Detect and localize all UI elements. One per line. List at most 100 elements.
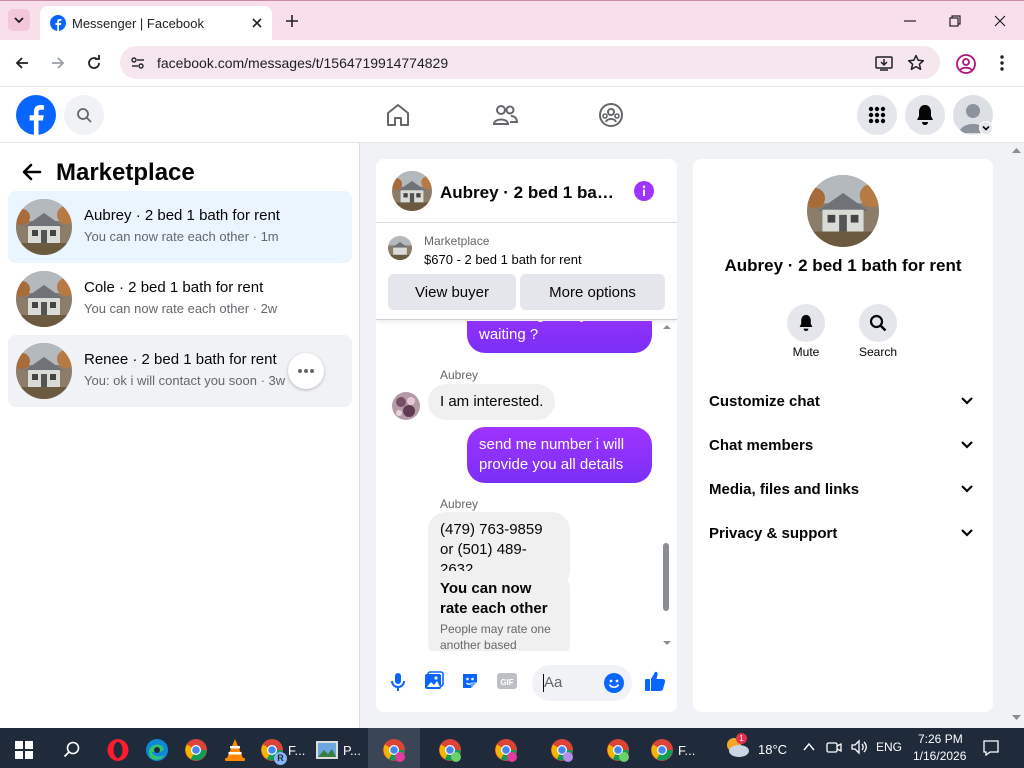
menu-button[interactable] [857, 95, 897, 135]
scrollbar-thumb[interactable] [663, 543, 669, 611]
clock-time[interactable]: 7:26 PM [918, 732, 963, 746]
conversation-item[interactable]: Aubrey · 2 bed 1 bath for rent You can n… [8, 191, 352, 263]
conversation-item[interactable]: Renee · 2 bed 1 bath for rent You: ok i … [8, 335, 352, 407]
message-text: (479) 763-9859 or (501) 489-2632 [440, 521, 543, 578]
page-scrollbar[interactable] [1009, 143, 1024, 728]
media-files-links-section[interactable]: Media, files and links [709, 467, 979, 511]
opera-browser-icon[interactable] [98, 732, 138, 768]
sticker-icon[interactable] [460, 671, 480, 691]
rating-notice-title: You can now rate each other [440, 580, 548, 617]
chrome-window-3[interactable] [486, 732, 526, 768]
grid-menu-icon [868, 106, 886, 124]
like-thumbs-up-icon[interactable] [643, 669, 667, 693]
close-window-icon[interactable] [990, 11, 1010, 31]
weather-widget[interactable]: 1 18°C [722, 732, 792, 766]
show-hidden-icons-icon[interactable] [802, 740, 816, 754]
back-icon[interactable] [12, 53, 32, 73]
start-windows-icon[interactable] [4, 732, 44, 768]
gif-icon[interactable]: GIF [496, 671, 518, 691]
address-bar[interactable]: facebook.com/messages/t/1564719914774829 [120, 46, 940, 79]
vlc-icon[interactable] [215, 732, 255, 768]
listing-title[interactable]: $670 - 2 bed 1 bath for rent [424, 252, 582, 267]
emoji-icon[interactable] [604, 673, 624, 693]
message-text: I am interested. [440, 393, 544, 410]
scrollbar-track[interactable] [662, 321, 672, 651]
site-settings-icon[interactable] [129, 54, 147, 72]
chevron-down-icon [961, 441, 973, 449]
scroll-down-icon[interactable] [663, 639, 671, 647]
chrome-window-4[interactable] [542, 732, 582, 768]
notifications-button[interactable] [905, 95, 945, 135]
edge-browser-icon[interactable] [137, 732, 177, 768]
profile-icon[interactable] [955, 53, 977, 75]
forward-icon[interactable] [48, 53, 68, 73]
customize-chat-section[interactable]: Customize chat [709, 379, 979, 423]
conversation-snippet: You can now rate each other · 1m [84, 229, 279, 244]
sender-avatar[interactable] [392, 392, 420, 420]
section-label: Privacy & support [709, 525, 838, 542]
tab-close-icon[interactable] [248, 14, 266, 32]
conversation-snippet: You: ok i will contact you soon · 3w [84, 373, 286, 388]
chrome-profile-window[interactable]: R F... [256, 732, 310, 768]
page-scroll-up-icon[interactable] [1012, 147, 1021, 154]
minimize-icon[interactable] [900, 11, 920, 31]
volume-icon[interactable] [850, 739, 868, 755]
more-options-button[interactable]: More options [520, 274, 665, 310]
chrome-window-2[interactable] [430, 732, 470, 768]
chrome-window-5[interactable] [598, 732, 638, 768]
taskbar-search-icon[interactable] [52, 732, 92, 768]
tab-search-button[interactable] [8, 9, 30, 31]
svg-text:GIF: GIF [500, 678, 513, 687]
groups-icon[interactable] [597, 101, 625, 129]
account-chevron-icon[interactable] [979, 121, 993, 135]
language-indicator[interactable]: ENG [876, 740, 902, 754]
section-label: Media, files and links [709, 481, 860, 498]
restore-icon[interactable] [945, 11, 965, 31]
message-input[interactable]: Aa [532, 665, 632, 701]
listing-thumbnail[interactable] [388, 236, 412, 260]
browser-tab-messenger[interactable]: Messenger | Facebook [40, 6, 272, 41]
message-composer: GIF Aa [376, 656, 677, 712]
new-tab-icon[interactable] [282, 11, 302, 31]
windows-taskbar: R F... P... F... 1 18°C ENG 7:26 PM 1/16… [0, 728, 1024, 768]
search-button[interactable] [64, 95, 104, 135]
chat-members-section[interactable]: Chat members [709, 423, 979, 467]
chat-header: Aubrey · 2 bed 1 bat... [376, 159, 677, 223]
photo-icon[interactable] [424, 671, 444, 691]
facebook-logo-icon[interactable] [16, 95, 56, 135]
message-thread[interactable]: this listing kindly I am waiting ? Aubre… [376, 321, 677, 651]
facebook-favicon-icon [50, 15, 66, 31]
rating-notice-body: People may rate one another based [440, 622, 551, 651]
chrome-window-6[interactable]: F... [646, 732, 700, 768]
scroll-up-icon[interactable] [663, 323, 671, 331]
chat-avatar[interactable] [392, 171, 432, 211]
chrome-icon[interactable] [176, 732, 216, 768]
privacy-support-section[interactable]: Privacy & support [709, 511, 979, 555]
page-scroll-down-icon[interactable] [1012, 714, 1021, 721]
search-icon [77, 108, 92, 123]
chat-title[interactable]: Aubrey · 2 bed 1 bat... [440, 183, 615, 203]
taskbar-app-label: P... [343, 742, 361, 758]
notification-center-icon[interactable] [982, 739, 1000, 757]
conversation-item[interactable]: Cole · 2 bed 1 bath for rent You can now… [8, 263, 352, 335]
conversation-avatar-large[interactable] [807, 175, 879, 247]
home-icon[interactable] [384, 101, 412, 129]
view-buyer-button[interactable]: View buyer [388, 274, 516, 310]
photos-window[interactable]: P... [314, 732, 364, 768]
back-arrow-icon[interactable] [20, 160, 44, 184]
photos-icon [316, 741, 338, 759]
camera-icon[interactable] [826, 739, 842, 755]
outgoing-message: send me number i will provide you all de… [467, 427, 652, 483]
mute-button[interactable] [787, 304, 825, 342]
bookmark-star-icon[interactable] [906, 53, 926, 73]
friends-icon[interactable] [491, 101, 519, 129]
chat-info-icon[interactable] [634, 181, 654, 201]
chrome-window-1[interactable] [374, 732, 414, 768]
search-in-conversation-button[interactable] [859, 304, 897, 342]
microphone-icon[interactable] [388, 671, 408, 693]
browser-menu-icon[interactable] [992, 53, 1012, 73]
clock-date[interactable]: 1/16/2026 [913, 749, 966, 763]
conversation-options-button[interactable] [288, 353, 324, 389]
install-app-icon[interactable] [874, 53, 894, 73]
reload-icon[interactable] [84, 53, 104, 73]
